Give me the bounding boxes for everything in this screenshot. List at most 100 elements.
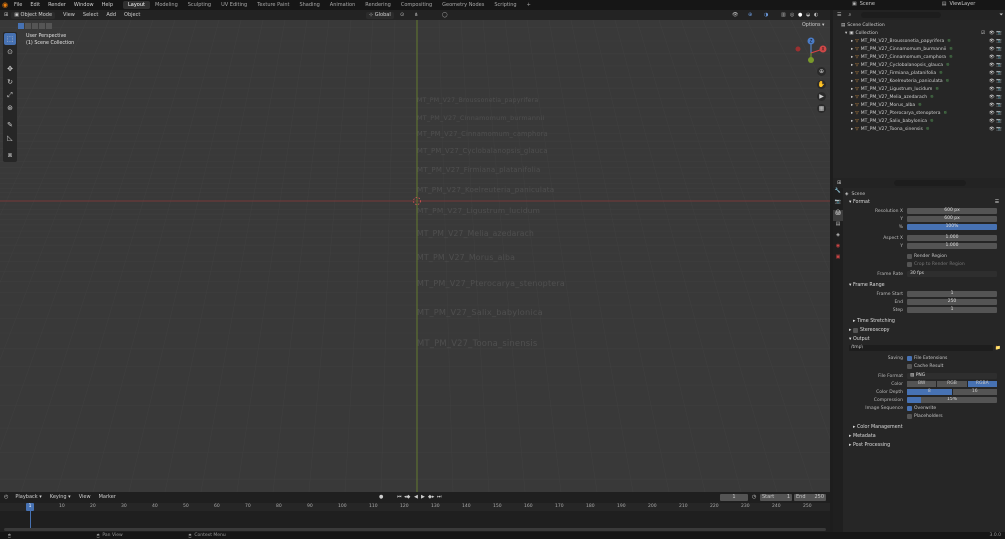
menu-select[interactable]: Select <box>79 12 102 18</box>
gizmo-toggle-icon[interactable]: ⊕ <box>748 12 752 18</box>
preset-icon[interactable]: ☰ <box>995 200 999 205</box>
outliner-collection[interactable]: ▾ ▣ Collection ☑ 👁 📷 <box>833 29 1005 37</box>
3d-viewport[interactable]: User Perspective (1) Scene Collection ⬚ … <box>0 20 830 492</box>
outliner-object-row[interactable]: ▸ ▽ MT_PM_V27_Morus_alba ⚟ 👁 📷 <box>833 101 1005 109</box>
menu-add[interactable]: Add <box>102 12 120 18</box>
resolution-x-field[interactable]: 600 px <box>907 208 997 214</box>
visibility-eye-icon[interactable]: 👁 <box>989 71 995 76</box>
visibility-eye-icon[interactable]: 👁 <box>989 87 995 92</box>
visibility-eye-icon[interactable]: 👁 <box>989 119 995 124</box>
rotate-icon[interactable]: ↻ <box>4 76 16 88</box>
snap-icon[interactable]: ⋔ <box>414 12 418 18</box>
xray-toggle-icon[interactable]: ▥ <box>781 12 786 18</box>
tab-scripting[interactable]: Scripting <box>489 1 521 9</box>
scene-object-text[interactable]: MT_PM_V27_Morus_alba <box>417 253 515 262</box>
scale-icon[interactable]: ⤢ <box>4 89 16 101</box>
stereoscopy-section-header[interactable]: ▸ Stereoscopy <box>845 326 1003 335</box>
visibility-eye-icon[interactable]: 👁 <box>989 79 995 84</box>
placeholders-checkbox[interactable] <box>907 413 912 419</box>
editor-type-icon[interactable]: ⊞ <box>4 12 8 18</box>
cursor-icon[interactable]: ⊙ <box>4 46 16 58</box>
select-intersect-icon[interactable] <box>46 23 52 29</box>
file-format-dropdown[interactable]: ▨ PNG <box>907 373 997 379</box>
visibility-eye-icon[interactable]: 👁 <box>989 111 995 116</box>
expand-arrow-icon[interactable]: ▸ <box>851 39 853 44</box>
preview-range-icon[interactable]: ◷ <box>752 494 756 500</box>
frame-rate-dropdown[interactable]: 30 fps <box>907 271 997 277</box>
add-cube-icon[interactable]: ⧈ <box>4 149 16 161</box>
scene-selector[interactable]: Scene <box>860 1 916 7</box>
select-subtract-icon[interactable] <box>32 23 38 29</box>
metadata-section-header[interactable]: ▸ Metadata <box>845 432 1003 441</box>
output-tab-icon[interactable]: 🖨 <box>833 210 843 221</box>
mode-selector[interactable]: ▣ Object Mode <box>11 11 56 19</box>
timeline-scrollbar[interactable] <box>4 528 826 531</box>
render-camera-icon[interactable]: 📷 <box>996 39 1002 44</box>
outliner-object-row[interactable]: ▸ ▽ MT_PM_V27_Toona_sinensis ⚟ 👁 📷 <box>833 125 1005 133</box>
render-camera-icon[interactable]: 📷 <box>996 79 1002 84</box>
render-camera-icon[interactable]: 📷 <box>996 119 1002 124</box>
move-icon[interactable]: ✥ <box>4 63 16 75</box>
color-rgb-button[interactable]: RGB <box>937 381 967 387</box>
expand-arrow-icon[interactable]: ▸ <box>851 103 853 108</box>
scene-object-text[interactable]: MT_PM_V27_Cyclobalanopsis_glauca <box>417 147 548 155</box>
tab-layout[interactable]: Layout <box>123 1 150 9</box>
transform-orientation-selector[interactable]: ⊹ Global <box>366 11 394 19</box>
visibility-eye-icon[interactable]: 👁 <box>989 47 995 52</box>
tab-texture-paint[interactable]: Texture Paint <box>252 1 294 9</box>
expand-arrow-icon[interactable]: ▸ <box>851 87 853 92</box>
scene-object-text[interactable]: MT_PM_V27_Salix_babylonica <box>417 307 543 317</box>
shading-rendered-icon[interactable]: ◐ <box>814 12 818 18</box>
view-layer-selector[interactable]: ViewLayer <box>949 1 975 7</box>
color-bw-button[interactable]: BW <box>907 381 937 387</box>
expand-arrow-icon[interactable]: ▸ <box>851 63 853 68</box>
shading-wireframe-icon[interactable]: ◎ <box>790 12 794 18</box>
select-extend-icon[interactable] <box>25 23 31 29</box>
render-camera-icon[interactable]: 📷 <box>996 63 1002 68</box>
menu-edit[interactable]: Edit <box>26 2 44 8</box>
overlay-toggle-icon[interactable]: ◑ <box>764 12 768 18</box>
visibility-eye-icon[interactable]: 👁 <box>989 31 995 36</box>
tab-compositing[interactable]: Compositing <box>396 1 437 9</box>
scene-object-text[interactable]: MT_PM_V27_Firmiana_platanifolia <box>417 166 541 174</box>
outliner-object-row[interactable]: ▸ ▽ MT_PM_V27_Cinnamomum_burmannii ⚟ 👁 📷 <box>833 45 1005 53</box>
expand-arrow-icon[interactable]: ▸ <box>851 79 853 84</box>
color-rgba-button[interactable]: RGBA <box>967 381 997 387</box>
scene-object-text[interactable]: MT_PM_V27_Melia_azedarach <box>417 229 534 238</box>
folder-icon[interactable]: 📁 <box>995 346 1001 351</box>
play-reverse-icon[interactable]: ◀ <box>414 494 418 500</box>
post-processing-section-header[interactable]: ▸ Post Processing <box>845 441 1003 450</box>
outliner-object-row[interactable]: ▸ ▽ MT_PM_V27_Ligustrum_lucidum ⚟ 👁 📷 <box>833 85 1005 93</box>
outliner-object-row[interactable]: ▸ ▽ MT_PM_V27_Pterocarya_stenoptera ⚟ 👁 📷 <box>833 109 1005 117</box>
render-camera-icon[interactable]: 📷 <box>996 103 1002 108</box>
outliner-filter-icon[interactable]: ⌕ <box>848 12 851 18</box>
color-management-section-header[interactable]: ▸ Color Management <box>845 423 1003 432</box>
frame-step-field[interactable]: 1 <box>907 307 997 313</box>
tab-sculpting[interactable]: Sculpting <box>183 1 216 9</box>
timeline-editor-icon[interactable]: ◴ <box>4 494 8 500</box>
collection-tab-icon[interactable]: ▣ <box>833 254 843 265</box>
shading-solid-icon[interactable]: ● <box>798 12 802 18</box>
menu-playback[interactable]: Playback ▾ <box>11 494 45 500</box>
pivot-icon[interactable]: ⊙ <box>400 12 404 18</box>
menu-help[interactable]: Help <box>98 2 117 8</box>
annotate-icon[interactable]: ✎ <box>4 119 16 131</box>
scene-object-text[interactable]: MT_PM_V27_Ligustrum_lucidum <box>417 206 540 215</box>
options-button[interactable]: Options ▾ <box>802 23 824 28</box>
expand-arrow-icon[interactable]: ▸ <box>851 95 853 100</box>
render-region-checkbox[interactable] <box>907 253 912 259</box>
outliner-object-row[interactable]: ▸ ▽ MT_PM_V27_Cyclobalanopsis_glauca ⚟ 👁 📷 <box>833 61 1005 69</box>
scene-tab-icon[interactable]: ◈ <box>833 232 843 243</box>
menu-timeline-view[interactable]: View <box>75 494 95 500</box>
frame-end-field[interactable]: 250 <box>907 299 997 305</box>
output-path-input[interactable]: /tmp\ <box>849 345 994 351</box>
menu-render[interactable]: Render <box>44 2 70 8</box>
measure-icon[interactable]: ◺ <box>4 132 16 144</box>
expand-arrow-icon[interactable]: ▸ <box>851 71 853 76</box>
outliner-scene-collection[interactable]: ▤ Scene Collection <box>833 21 1005 29</box>
outliner-object-row[interactable]: ▸ ▽ MT_PM_V27_Salix_babylonica ⚟ 👁 📷 <box>833 117 1005 125</box>
outliner-object-row[interactable]: ▸ ▽ MT_PM_V27_Cinnamomum_camphora ⚟ 👁 📷 <box>833 53 1005 61</box>
render-camera-icon[interactable]: 📷 <box>996 111 1002 116</box>
expand-arrow-icon[interactable]: ▸ <box>851 55 853 60</box>
world-tab-icon[interactable]: ◉ <box>833 243 843 254</box>
